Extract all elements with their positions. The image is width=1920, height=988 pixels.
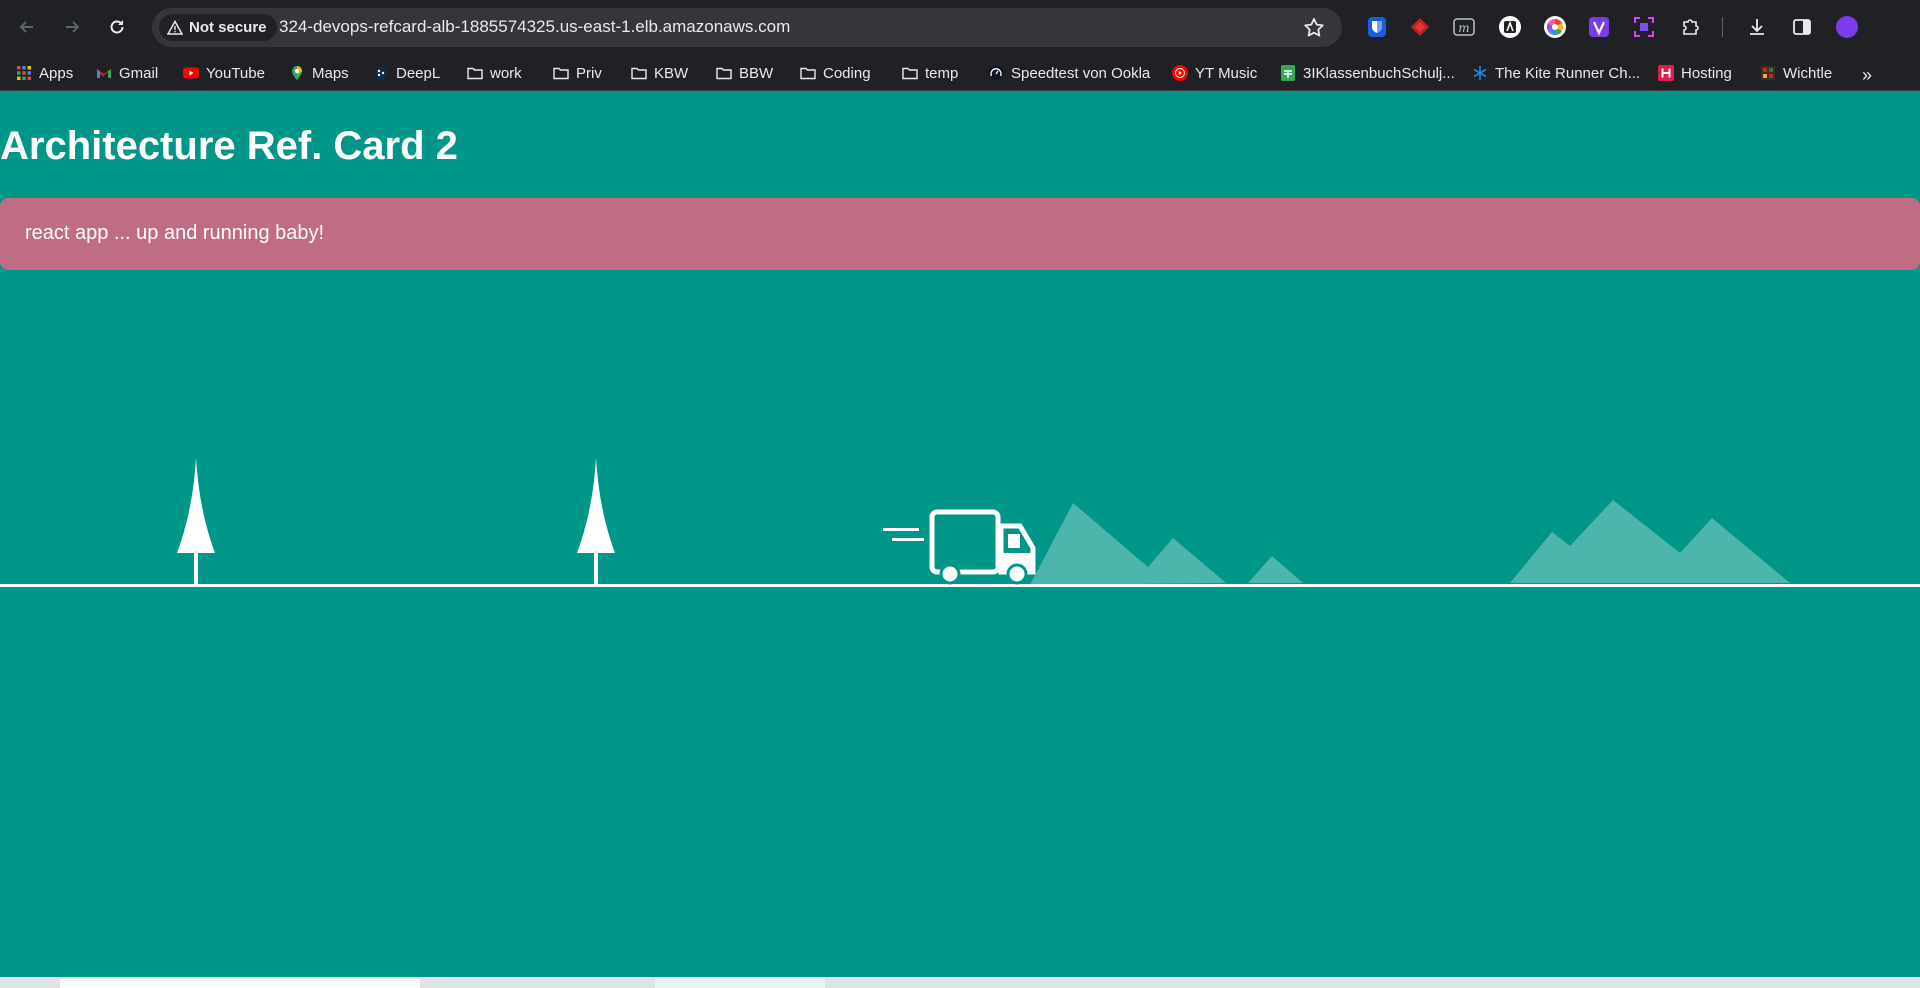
- bookmark-label: KBW: [654, 64, 689, 82]
- bookmark-folder-bbw[interactable]: BBW: [716, 62, 773, 84]
- bookmark-label: Hosting: [1681, 64, 1732, 82]
- warning-icon: [167, 19, 183, 36]
- bookmark-label: YouTube: [206, 64, 265, 82]
- puzzle-icon[interactable]: [1677, 13, 1705, 41]
- url-text[interactable]: 324-devops-refcard-alb-1885574325.us-eas…: [279, 17, 790, 37]
- forward-icon: [66, 21, 80, 33]
- folder-icon: [467, 67, 483, 80]
- deepl-icon: [375, 66, 387, 80]
- os-taskbar: [0, 977, 1920, 988]
- svg-text:m: m: [1458, 21, 1469, 35]
- tree-icon: [177, 458, 215, 586]
- side-panel-icon[interactable]: [1788, 13, 1816, 41]
- bookmark-folder-work[interactable]: work: [467, 62, 522, 84]
- bookmark-apps[interactable]: Apps: [16, 62, 73, 84]
- taskbar-search-box[interactable]: [60, 979, 420, 988]
- mountains-illustration: [1030, 500, 1790, 585]
- folder-icon: [800, 67, 816, 80]
- bookmark-label: YT Music: [1195, 64, 1258, 82]
- bookmark-label: work: [490, 64, 522, 82]
- bookmark-gmail[interactable]: Gmail: [96, 62, 158, 84]
- v-extension-icon[interactable]: [1585, 13, 1613, 41]
- frame-extension-icon[interactable]: [1630, 13, 1658, 41]
- address-bar[interactable]: Not secure 324-devops-refcard-alb-188557…: [152, 8, 1342, 47]
- bookmarks-overflow-chevron-icon[interactable]: »: [1862, 65, 1872, 86]
- gmail-icon: [97, 69, 111, 78]
- truck-icon: [883, 509, 1036, 585]
- delivery-truck-animation: [0, 458, 1920, 587]
- maps-pin-icon: [292, 66, 302, 80]
- profile-avatar-icon[interactable]: [1833, 13, 1861, 41]
- m-extension-icon[interactable]: m: [1450, 13, 1478, 41]
- forward-button[interactable]: [55, 10, 89, 44]
- bookmark-folder-priv[interactable]: Priv: [553, 62, 602, 84]
- bookmark-label: temp: [925, 64, 959, 82]
- bookmark-label: Speedtest von Ookla: [1011, 64, 1151, 82]
- folder-icon: [553, 67, 569, 80]
- sheets-icon: [1281, 65, 1295, 81]
- bookmark-label: BBW: [739, 64, 774, 82]
- bookmark-label: Wichtle: [1783, 64, 1833, 82]
- bookmark-yt-music[interactable]: YT Music: [1172, 62, 1257, 84]
- toolbar-divider: [1722, 17, 1723, 37]
- folder-icon: [902, 67, 918, 80]
- bookmark-label: 3IKlassenbuchSchulj...: [1303, 64, 1455, 82]
- ground-line: [0, 584, 1920, 587]
- security-indicator[interactable]: Not secure: [159, 14, 277, 41]
- bookmark-label: Apps: [39, 64, 74, 82]
- youtube-icon: [183, 67, 199, 79]
- bookmark-wichtle[interactable]: Wichtle: [1760, 62, 1832, 84]
- reload-icon: [110, 20, 124, 34]
- bookmark-label: DeepL: [396, 64, 441, 82]
- star-icon: [1304, 18, 1324, 37]
- bookmark-star-button[interactable]: [1302, 16, 1326, 40]
- security-label: Not secure: [189, 19, 267, 36]
- bookmark-folder-kbw[interactable]: KBW: [631, 62, 688, 84]
- bookmark-label: Gmail: [119, 64, 159, 82]
- page-title: Architecture Ref. Card 2: [0, 124, 458, 168]
- bookmark-speedtest[interactable]: Speedtest von Ookla: [988, 62, 1150, 84]
- reload-button[interactable]: [100, 10, 134, 44]
- bookmark-label: Priv: [576, 64, 602, 82]
- back-button[interactable]: [10, 10, 44, 44]
- bookmarks-bar: Apps Gmail YouTube Maps DeepL work Priv …: [0, 55, 1920, 91]
- bitwarden-icon[interactable]: [1363, 13, 1391, 41]
- a-extension-icon[interactable]: [1496, 13, 1524, 41]
- color-wheel-extension-icon[interactable]: [1541, 13, 1569, 41]
- status-alert: react app ... up and running baby!: [0, 198, 1920, 270]
- bookmark-folder-coding[interactable]: Coding: [800, 62, 871, 84]
- bookmark-folder-temp[interactable]: temp: [902, 62, 958, 84]
- taskbar-app-item[interactable]: [655, 979, 825, 988]
- folder-icon: [631, 67, 647, 80]
- bookmark-kite-runner[interactable]: The Kite Runner Ch...: [1472, 62, 1640, 84]
- bookmark-label: Maps: [312, 64, 349, 82]
- bookmark-label: Coding: [823, 64, 871, 82]
- bookmark-klassenbuch[interactable]: 3IKlassenbuchSchulj...: [1280, 62, 1455, 84]
- apps-grid-icon: [17, 66, 31, 80]
- folder-icon: [716, 67, 732, 80]
- wichtle-icon: [1761, 66, 1775, 80]
- yt-music-icon: [1172, 65, 1188, 81]
- bookmark-hosting[interactable]: Hosting: [1658, 62, 1732, 84]
- bookmark-deepl[interactable]: DeepL: [373, 62, 440, 84]
- red-diamond-extension-icon[interactable]: [1406, 13, 1434, 41]
- browser-toolbar: Not secure 324-devops-refcard-alb-188557…: [0, 0, 1920, 55]
- tree-icon: [577, 458, 615, 586]
- alert-text: react app ... up and running baby!: [25, 222, 325, 244]
- hosting-icon: [1658, 65, 1674, 81]
- back-icon: [19, 21, 33, 33]
- speedtest-icon: [988, 65, 1004, 81]
- download-icon[interactable]: [1743, 13, 1771, 41]
- bookmark-label: The Kite Runner Ch...: [1495, 64, 1641, 82]
- bookmark-maps[interactable]: Maps: [289, 62, 349, 84]
- bookmark-youtube[interactable]: YouTube: [183, 62, 265, 84]
- snowflake-icon: [1473, 66, 1487, 80]
